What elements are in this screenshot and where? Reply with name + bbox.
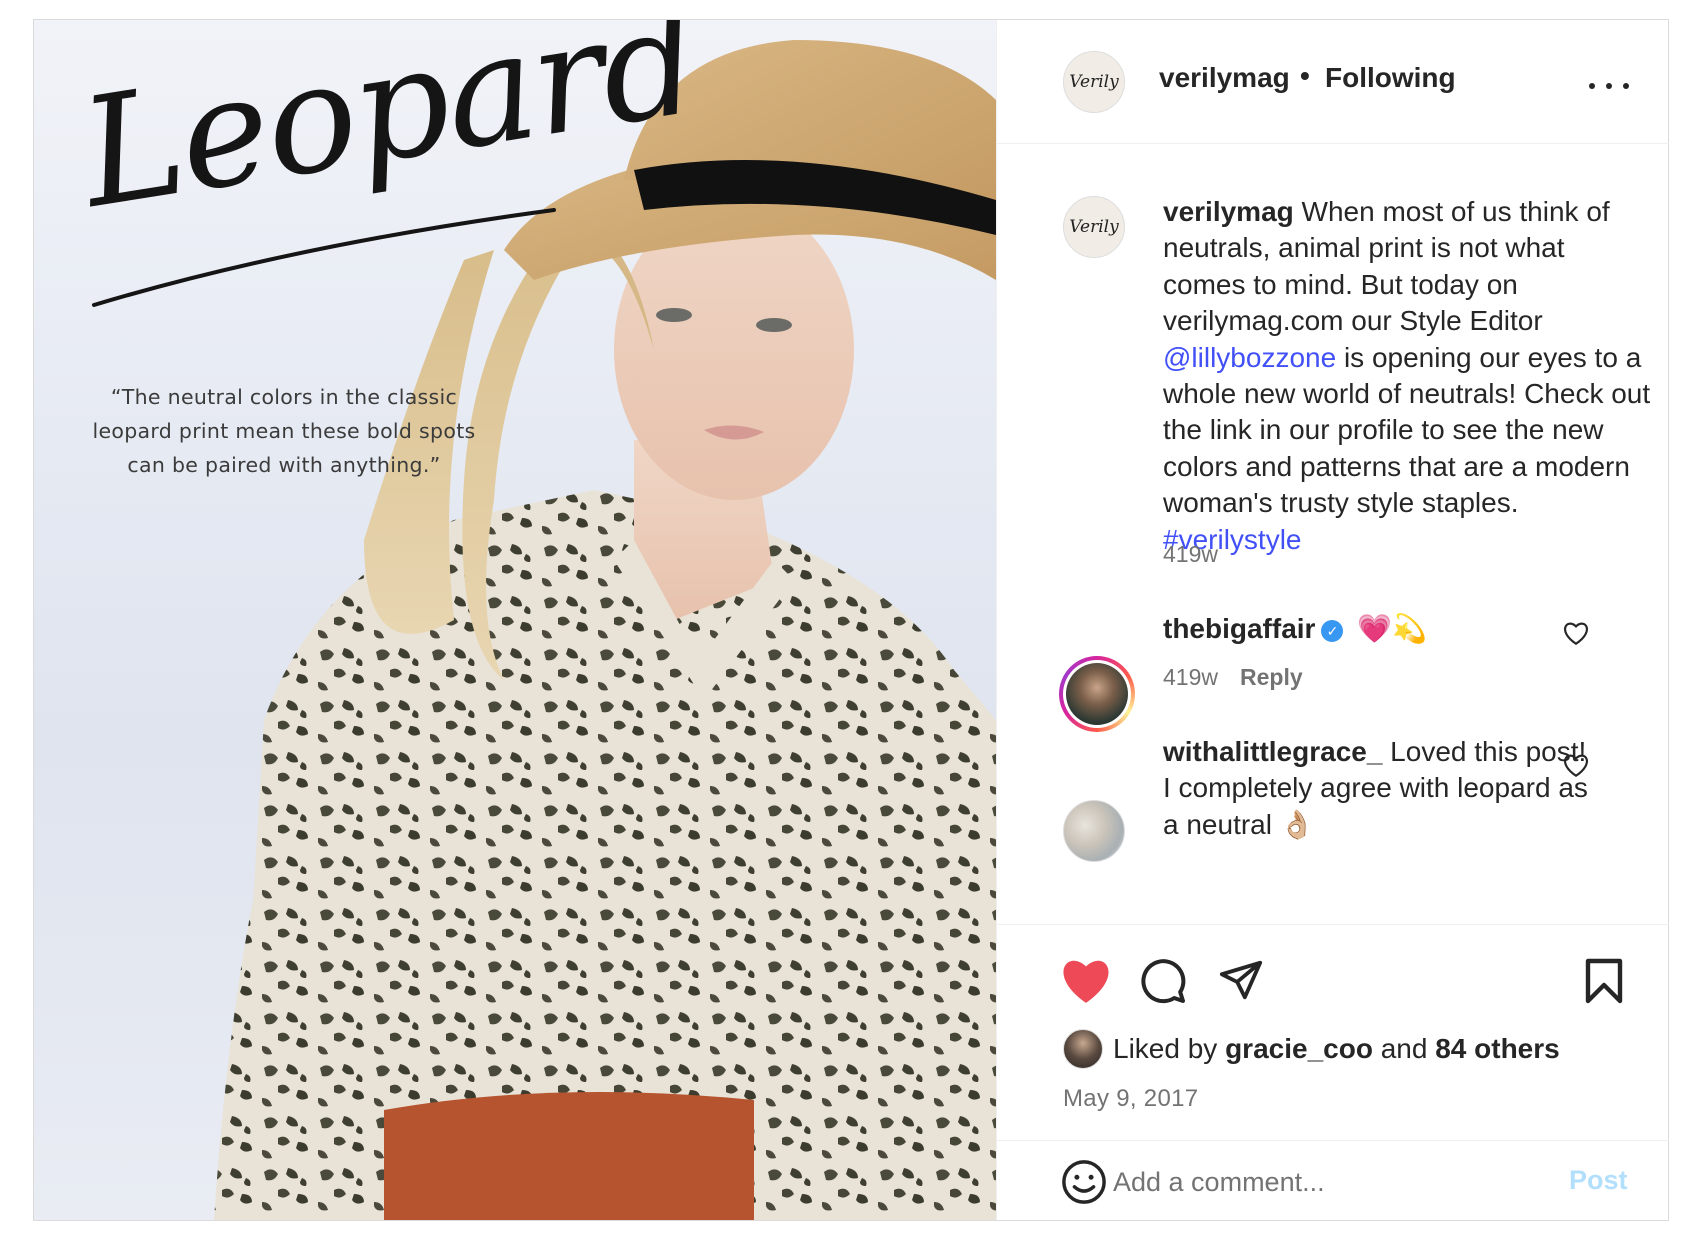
post-modal: Leopard “The neutral colors in the class…: [33, 19, 1669, 1221]
post-header: Verily verilymag • Following: [997, 20, 1669, 144]
comment-1-like-heart-icon[interactable]: [1563, 622, 1589, 646]
post-image[interactable]: Leopard “The neutral colors in the class…: [34, 20, 996, 1220]
commenter-2-avatar[interactable]: [1063, 800, 1125, 862]
comment-1-reply-button[interactable]: Reply: [1240, 664, 1303, 691]
comment-1-text: 💗💫: [1357, 613, 1427, 644]
liked-by-user[interactable]: gracie_coo: [1225, 1033, 1373, 1065]
comment-1: thebigaffair ✓ 💗💫: [1163, 612, 1593, 645]
post-actions: Liked by gracie_coo and 84 others May 9,…: [997, 924, 1669, 1140]
caption-timestamp[interactable]: 419w: [1163, 541, 1218, 568]
liked-by-middle: and: [1372, 1033, 1436, 1064]
post-side-panel: Verily verilymag • Following Verily veri…: [996, 20, 1669, 1220]
post-comment-button[interactable]: Post: [1569, 1165, 1628, 1196]
caption-mention-link[interactable]: @lillybozzone: [1163, 342, 1336, 373]
more-options-icon[interactable]: [1589, 80, 1629, 92]
likes-summary: Liked by gracie_coo and 84 others: [1063, 1029, 1560, 1069]
author-avatar[interactable]: Verily: [1063, 51, 1125, 113]
comment-input[interactable]: [1111, 1163, 1535, 1201]
commenter-avatar: [1066, 663, 1128, 725]
caption-username[interactable]: verilymag: [1163, 196, 1294, 227]
comment-1-timestamp[interactable]: 419w: [1163, 664, 1218, 691]
comment-2: withalittlegrace_ Loved this post! I com…: [1163, 734, 1593, 843]
liker-avatar[interactable]: [1063, 1029, 1103, 1069]
post-image-quote: “The neutral colors in the classic leopa…: [92, 385, 476, 477]
add-comment-bar: Post: [997, 1140, 1669, 1220]
share-send-icon[interactable]: [1217, 957, 1265, 1003]
verified-badge-icon: ✓: [1321, 620, 1344, 642]
post-caption: verilymag When most of us think of neutr…: [1163, 194, 1653, 558]
save-bookmark-icon[interactable]: [1583, 957, 1625, 1005]
like-heart-icon[interactable]: [1061, 959, 1111, 1005]
post-date[interactable]: May 9, 2017: [1063, 1085, 1198, 1113]
follow-status-button[interactable]: Following: [1325, 62, 1456, 94]
liked-by-prefix: Liked by: [1113, 1033, 1226, 1064]
caption-author-avatar[interactable]: Verily: [1063, 196, 1125, 258]
header-separator: •: [1300, 60, 1310, 91]
liked-by-count[interactable]: 84 others: [1435, 1033, 1560, 1065]
author-username[interactable]: verilymag: [1159, 62, 1290, 94]
comment-2-like-heart-icon[interactable]: [1563, 754, 1589, 778]
commenter-avatar-story-ring[interactable]: [1059, 656, 1135, 732]
comment-icon[interactable]: [1139, 957, 1187, 1005]
comment-1-username[interactable]: thebigaffair: [1163, 613, 1315, 644]
comment-2-username[interactable]: withalittlegrace_: [1163, 736, 1382, 767]
emoji-icon[interactable]: [1061, 1159, 1107, 1205]
